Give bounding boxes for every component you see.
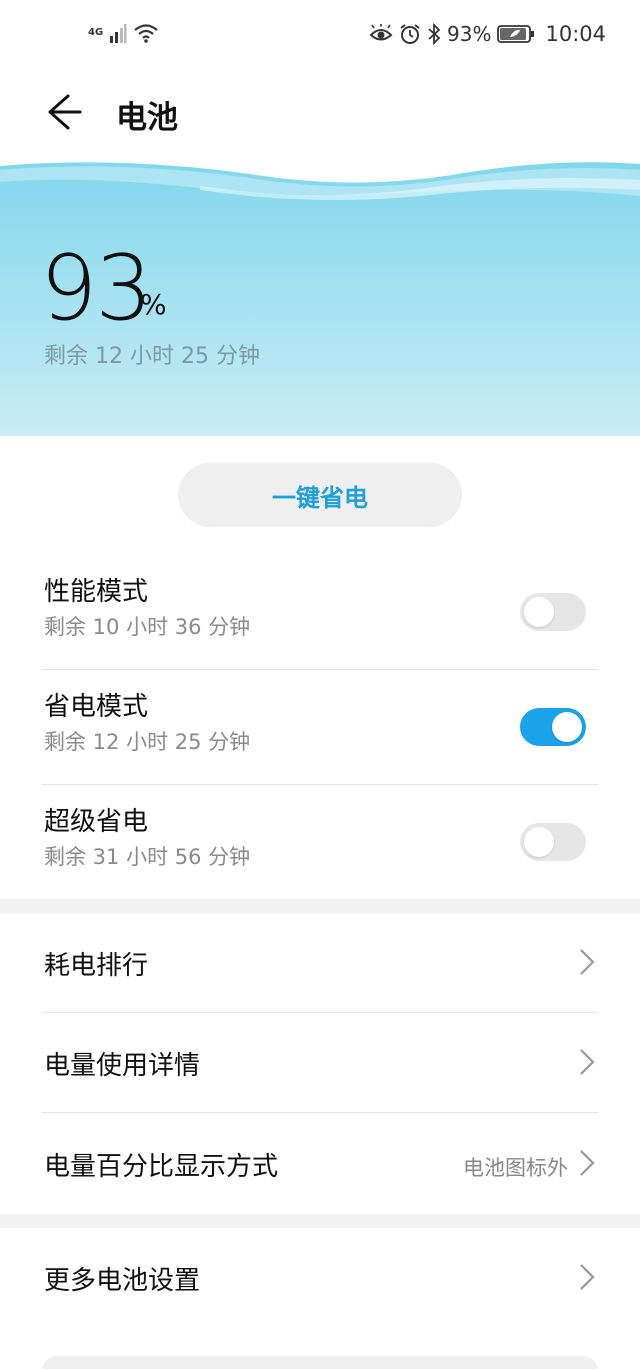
- divider: [42, 1112, 598, 1113]
- status-left: 4G: [88, 22, 159, 44]
- menu-value: 电池图标外: [463, 1156, 568, 1180]
- battery-percent-label: 93%: [447, 22, 492, 46]
- bottom-card-edge: [42, 1356, 598, 1369]
- menu-label: 电量使用详情: [44, 1051, 201, 1081]
- mode-remaining: 剩余 12 小时 25 分钟: [44, 730, 251, 754]
- ultra-saving-mode-toggle[interactable]: [520, 823, 586, 861]
- one-key-save-button[interactable]: 一键省电: [178, 463, 462, 527]
- chevron-right-icon: [580, 1264, 595, 1290]
- performance-mode-toggle[interactable]: [520, 593, 586, 631]
- battery-remaining-time: 剩余 12 小时 25 分钟: [44, 344, 260, 369]
- battery-icon: [497, 25, 535, 43]
- toggle-knob: [524, 597, 554, 627]
- mode-title: 省电模式: [44, 692, 149, 722]
- mode-title: 性能模式: [44, 577, 149, 607]
- wave-decoration: [0, 156, 640, 201]
- mode-row-power-saving[interactable]: 省电模式 剩余 12 小时 25 分钟: [0, 670, 640, 785]
- mode-title: 超级省电: [44, 807, 149, 837]
- mode-remaining: 剩余 31 小时 56 分钟: [44, 845, 251, 869]
- battery-hero-panel: 93 % 剩余 12 小时 25 分钟: [0, 156, 640, 436]
- page-title: 电池: [116, 100, 178, 136]
- menu-label: 耗电排行: [44, 951, 149, 981]
- menu-label: 电量百分比显示方式: [44, 1152, 279, 1182]
- eye-icon: [369, 24, 393, 41]
- bluetooth-icon: [428, 23, 441, 45]
- wifi-icon: [134, 24, 158, 43]
- app-bar: 电池: [0, 72, 640, 156]
- menu-label: 更多电池设置: [44, 1266, 201, 1296]
- back-arrow-icon[interactable]: [40, 90, 88, 134]
- menu-row-power-ranking[interactable]: 耗电排行: [0, 913, 640, 1013]
- menu-row-more-settings[interactable]: 更多电池设置: [0, 1228, 640, 1328]
- clock-time: 10:04: [545, 22, 606, 46]
- signal-icon: [110, 24, 127, 43]
- network-type-label: 4G: [88, 27, 104, 38]
- status-right: 93% 10:04: [369, 22, 606, 46]
- toggle-knob: [552, 712, 582, 742]
- section-gap: [0, 899, 640, 913]
- battery-percent-value: 93: [40, 236, 153, 341]
- percent-sign: %: [140, 288, 167, 321]
- power-saving-mode-toggle[interactable]: [520, 708, 586, 746]
- alarm-icon: [400, 24, 420, 44]
- chevron-right-icon: [580, 1049, 595, 1075]
- mode-row-performance[interactable]: 性能模式 剩余 10 小时 36 分钟: [0, 555, 640, 670]
- menu-row-percentage-display[interactable]: 电量百分比显示方式 电池图标外: [0, 1114, 640, 1214]
- mode-remaining: 剩余 10 小时 36 分钟: [44, 615, 251, 639]
- chevron-right-icon: [580, 949, 595, 975]
- mode-row-ultra-saving[interactable]: 超级省电 剩余 31 小时 56 分钟: [0, 785, 640, 900]
- status-bar: 4G 93% 10:04: [0, 0, 640, 72]
- section-gap: [0, 1214, 640, 1228]
- menu-row-usage-details[interactable]: 电量使用详情: [0, 1013, 640, 1113]
- chevron-right-icon: [580, 1150, 595, 1176]
- toggle-knob: [524, 827, 554, 857]
